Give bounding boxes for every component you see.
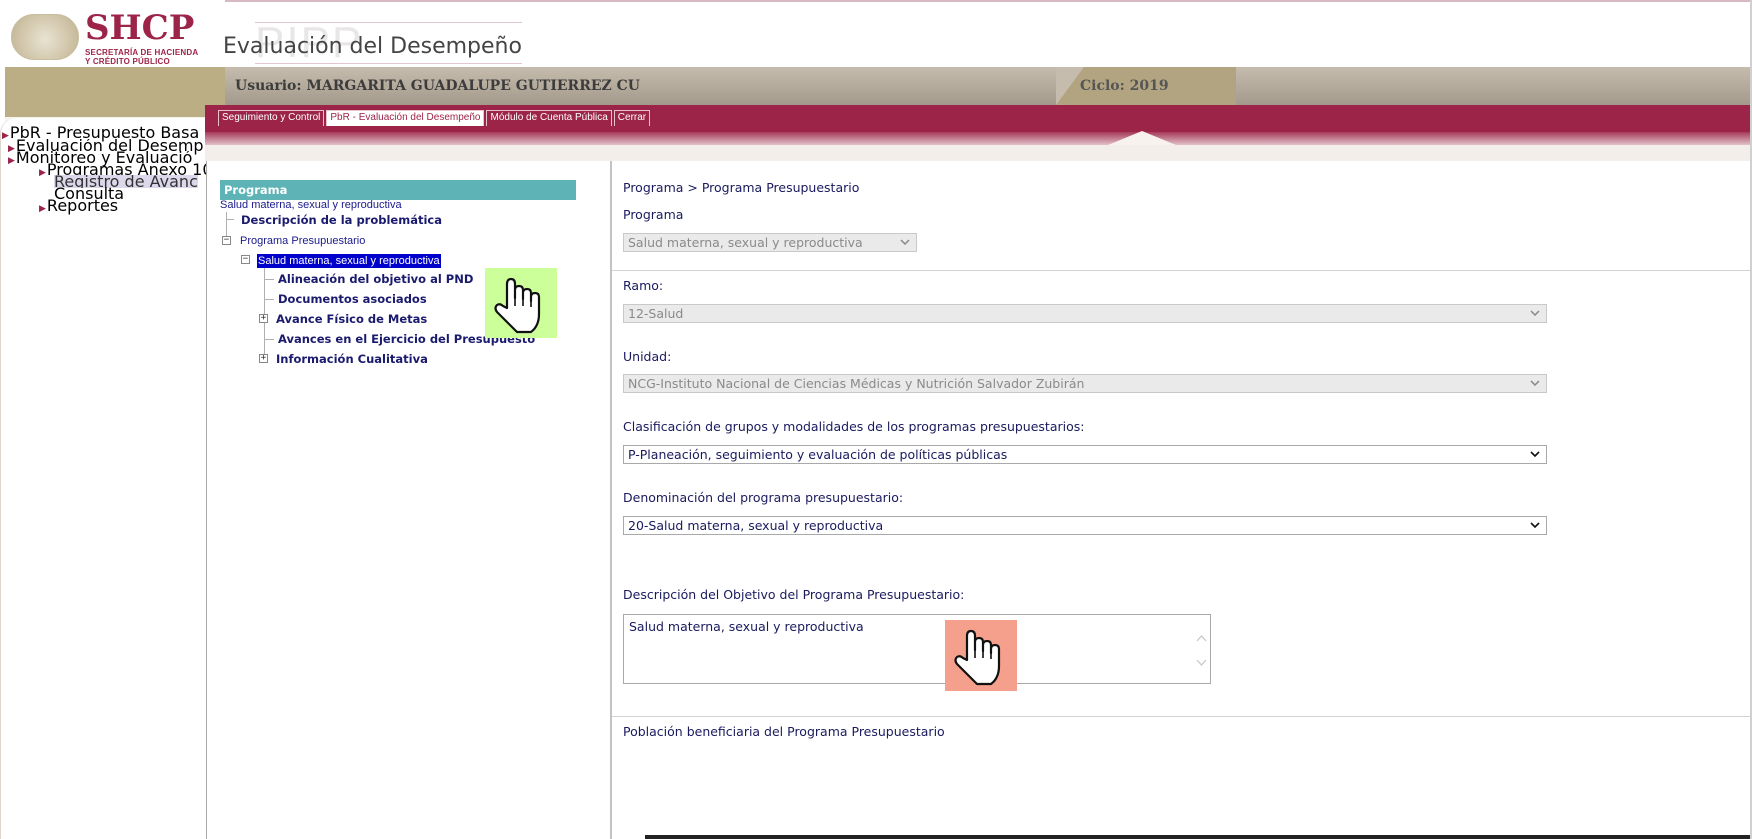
chevron-down-icon [900,239,910,245]
collapse-icon[interactable]: − [222,236,231,245]
unidad-select-value: NCG-Instituto Nacional de Ciencias Médic… [628,376,1085,391]
menu-bar-bottom [205,145,1752,161]
divider [612,716,1750,717]
tab-cuenta-publica[interactable]: Módulo de Cuenta Pública [486,110,612,126]
tree-connector [226,219,234,220]
triangle-right-icon: ▶ [39,168,46,178]
brand-subtitle-line1: SECRETARÍA DE HACIENDA [85,48,199,57]
denominacion-select[interactable]: 20-Salud materna, sexual y reproductiva [623,516,1547,535]
clasificacion-select[interactable]: P-Planeación, seguimiento y evaluación d… [623,445,1547,464]
unidad-select: NCG-Instituto Nacional de Ciencias Médic… [623,374,1547,393]
tree-connector [264,299,274,300]
sidebar-item-label: Reportes [46,199,119,215]
tree-connector [264,279,274,280]
left-header-band [5,67,225,117]
collapse-icon[interactable]: − [241,255,250,264]
tree-item-documentos-asociados[interactable]: Documentos asociados [278,292,427,306]
menu-bar-notch [1108,131,1176,145]
brand-subtitle: SECRETARÍA DE HACIENDA Y CRÉDITO PÚBLICO [85,48,198,66]
triangle-right-icon: ▶ [39,204,46,214]
chevron-down-icon [1530,310,1540,316]
tree-item-descripcion-problematica[interactable]: Descripción de la problemática [241,213,442,227]
ramo-select: 12-Salud [623,304,1547,323]
tree-item-programa-presupuestario[interactable]: Programa Presupuestario [240,234,365,248]
ramo-select-value: 12-Salud [628,306,684,321]
watermark-rule-top [255,22,522,23]
app-window: SHCP SECRETARÍA DE HACIENDA Y CRÉDITO PÚ… [0,0,1752,839]
tab-pbr-evaluacion[interactable]: PbR - Evaluación del Desempeño [326,110,485,126]
programa-select: Salud materna, sexual y reproductiva [623,233,917,252]
cycle-label: Ciclo: 2019 [1080,78,1169,94]
clasificacion-label: Clasificación de grupos y modalidades de… [623,419,1085,434]
tree-item-alineacion-pnd[interactable]: Alineación del objetivo al PND [278,272,473,286]
chevron-down-icon [1530,380,1540,386]
tree-header: Programa [220,180,576,200]
expand-icon[interactable]: + [259,314,268,323]
poblacion-label: Población beneficiaria del Programa Pres… [623,724,945,739]
chevron-down-icon [1530,451,1540,457]
watermark-rule-bottom [255,63,522,64]
user-label: Usuario: MARGARITA GUADALUPE GUTIERREZ C… [235,78,640,94]
ramo-label: Ramo: [623,278,664,293]
descripcion-textarea[interactable]: Salud materna, sexual y reproductiva [623,614,1211,684]
tree-connector [226,212,227,236]
brand-subtitle-line2: Y CRÉDITO PÚBLICO [85,57,170,66]
tree-subheader: Salud materna, sexual y reproductiva [220,199,402,211]
hand-pointer-icon [945,620,1017,691]
tree-item-informacion-cualitativa[interactable]: Información Cualitativa [276,352,428,366]
textarea-scrollbar[interactable] [1194,616,1209,682]
logo-block: SHCP SECRETARÍA DE HACIENDA Y CRÉDITO PÚ… [5,6,225,67]
programa-select-value: Salud materna, sexual y reproductiva [628,235,863,250]
clasificacion-select-value: P-Planeación, seguimiento y evaluación d… [628,447,1008,462]
tab-cerrar[interactable]: Cerrar [613,110,651,126]
page-title: Evaluación del Desempeño [223,34,522,59]
chevron-down-icon [1530,522,1540,528]
left-panel [0,118,225,839]
tab-seguimiento-control[interactable]: Seguimiento y Control [218,110,325,126]
national-seal-icon [11,14,79,60]
expand-icon[interactable]: + [259,354,268,363]
denominacion-select-value: 20-Salud materna, sexual y reproductiva [628,518,884,533]
unidad-label: Unidad: [623,349,672,364]
tree-item-selected-program[interactable]: Salud materna, sexual y reproductiva [257,254,441,268]
brand-wordmark: SHCP [85,8,195,48]
triangle-right-icon: ▶ [8,156,15,166]
programa-label: Programa [623,207,684,222]
descripcion-text: Salud materna, sexual y reproductiva [629,619,864,634]
tree-item-avance-fisico-metas[interactable]: Avance Físico de Metas [276,312,427,326]
tree-connector [264,339,274,340]
breadcrumb: Programa > Programa Presupuestario [623,180,860,195]
sidebar-item-reportes[interactable]: ▶Reportes [39,199,118,216]
bottom-edge [645,835,1752,839]
denominacion-label: Denominación del programa presupuestario… [623,490,904,505]
descripcion-label: Descripción del Objetivo del Programa Pr… [623,587,965,602]
menu-tabs: Seguimiento y Control PbR - Evaluación d… [218,110,652,126]
hand-pointer-icon [485,268,557,338]
divider [612,270,1750,271]
